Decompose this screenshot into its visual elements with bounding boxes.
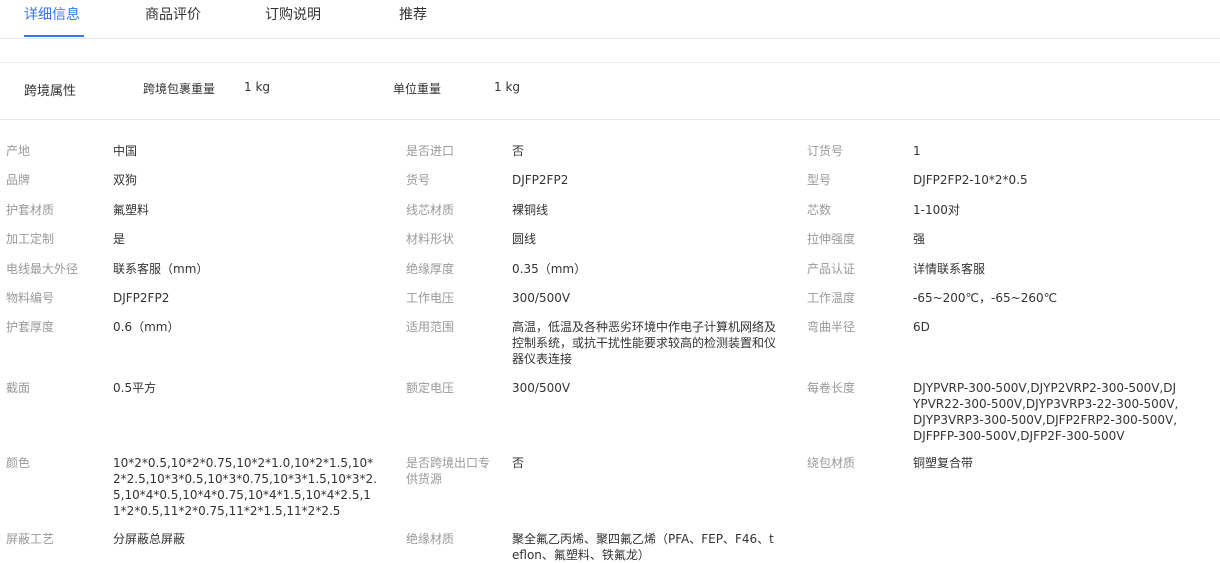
attr-label: 是否进口 <box>406 144 455 158</box>
attr-label: 颜色 <box>6 456 31 470</box>
attr-value: 6D <box>913 320 930 334</box>
attr-value: 300/500V <box>512 291 571 305</box>
attr-value: 300/500V <box>512 381 571 395</box>
attr-label: 物料编号 <box>6 291 55 305</box>
attr-value: 是 <box>113 232 126 246</box>
attr-label: 拉伸强度 <box>807 232 856 246</box>
attr-label: 产地 <box>6 144 31 158</box>
attr-value: 中国 <box>113 144 138 158</box>
attr-value: 1-100对 <box>913 203 960 217</box>
attr-label: 加工定制 <box>6 232 55 246</box>
tab-order-notes[interactable]: 订购说明 <box>265 4 321 24</box>
attr-value: 详情联系客服 <box>913 262 986 276</box>
attr-value: 0.35（mm） <box>512 262 587 276</box>
attr-label: 产品认证 <box>807 262 856 276</box>
attr-value: 聚全氟乙丙烯、聚四氟乙烯（PFA、FEP、F46、teflon、氟塑料、铁氟龙） <box>512 532 774 562</box>
package-weight-label: 跨境包裹重量 <box>143 82 216 96</box>
attr-label: 护套材质 <box>6 203 55 217</box>
attr-value: DJFP2FP2 <box>512 173 569 187</box>
attr-label: 绝缘厚度 <box>406 262 455 276</box>
attr-label: 绝缘材质 <box>406 532 455 546</box>
attr-value: 否 <box>512 456 525 470</box>
attr-label: 芯数 <box>807 203 832 217</box>
attr-value: 1 <box>913 144 921 158</box>
attr-value: 分屏蔽总屏蔽 <box>113 532 186 546</box>
attr-value: 铜塑复合带 <box>913 456 974 470</box>
attr-label: 每卷长度 <box>807 381 856 395</box>
attr-value: 氟塑料 <box>113 203 150 217</box>
tab-bar: 详细信息 商品评价 订购说明 推荐 <box>0 0 1220 39</box>
attr-value: 0.6（mm） <box>113 320 180 334</box>
attr-value: 圆线 <box>512 232 537 246</box>
cross-border-title: 跨境属性 <box>24 84 77 99</box>
attr-label: 适用范围 <box>406 320 455 334</box>
attr-label: 货号 <box>406 173 431 187</box>
attr-label: 绕包材质 <box>807 456 856 470</box>
attr-label: 电线最大外径 <box>6 262 79 276</box>
attr-label: 线芯材质 <box>406 203 455 217</box>
tab-details[interactable]: 详细信息 <box>24 4 80 24</box>
attr-label: 是否跨境出口专供货源 <box>406 456 491 486</box>
tab-recommend[interactable]: 推荐 <box>399 4 427 24</box>
attr-value: 否 <box>512 144 525 158</box>
attr-label: 工作电压 <box>406 291 455 305</box>
attr-label: 额定电压 <box>406 381 455 395</box>
attr-value: DJYPVRP-300-500V,DJYP2VRP2-300-500V,DJYP… <box>913 381 1179 443</box>
unit-weight-value: 1 kg <box>494 80 521 94</box>
attr-label: 型号 <box>807 173 832 187</box>
attr-label: 品牌 <box>6 173 31 187</box>
unit-weight-label: 单位重量 <box>393 82 442 96</box>
attr-value: 10*2*0.5,10*2*0.75,10*2*1.0,10*2*1.5,10*… <box>113 456 377 518</box>
attr-label: 工作温度 <box>807 291 856 305</box>
attr-value: DJFP2FP2 <box>113 291 170 305</box>
attr-value: 高温，低温及各种恶劣环境中作电子计算机网络及控制系统，或抗干扰性能要求较高的检测… <box>512 320 777 366</box>
active-tab-indicator <box>24 35 84 37</box>
attr-label: 屏蔽工艺 <box>6 532 55 546</box>
cross-border-section: 跨境属性 跨境包裹重量 1 kg 单位重量 1 kg <box>0 62 1220 120</box>
attr-value: 强 <box>913 232 926 246</box>
tab-reviews[interactable]: 商品评价 <box>145 4 201 24</box>
attr-value: 联系客服（mm） <box>113 262 209 276</box>
attr-label: 护套厚度 <box>6 320 55 334</box>
package-weight-value: 1 kg <box>244 80 271 94</box>
attr-value: 裸铜线 <box>512 203 549 217</box>
attr-label: 弯曲半径 <box>807 320 856 334</box>
attr-label: 材料形状 <box>406 232 455 246</box>
attr-value: -65~200℃，-65~260℃ <box>913 291 1058 305</box>
attr-value: DJFP2FP2-10*2*0.5 <box>913 173 1028 187</box>
attr-label: 订货号 <box>807 144 844 158</box>
attr-value: 0.5平方 <box>113 381 157 395</box>
attr-label: 截面 <box>6 381 31 395</box>
attr-value: 双狗 <box>113 173 138 187</box>
